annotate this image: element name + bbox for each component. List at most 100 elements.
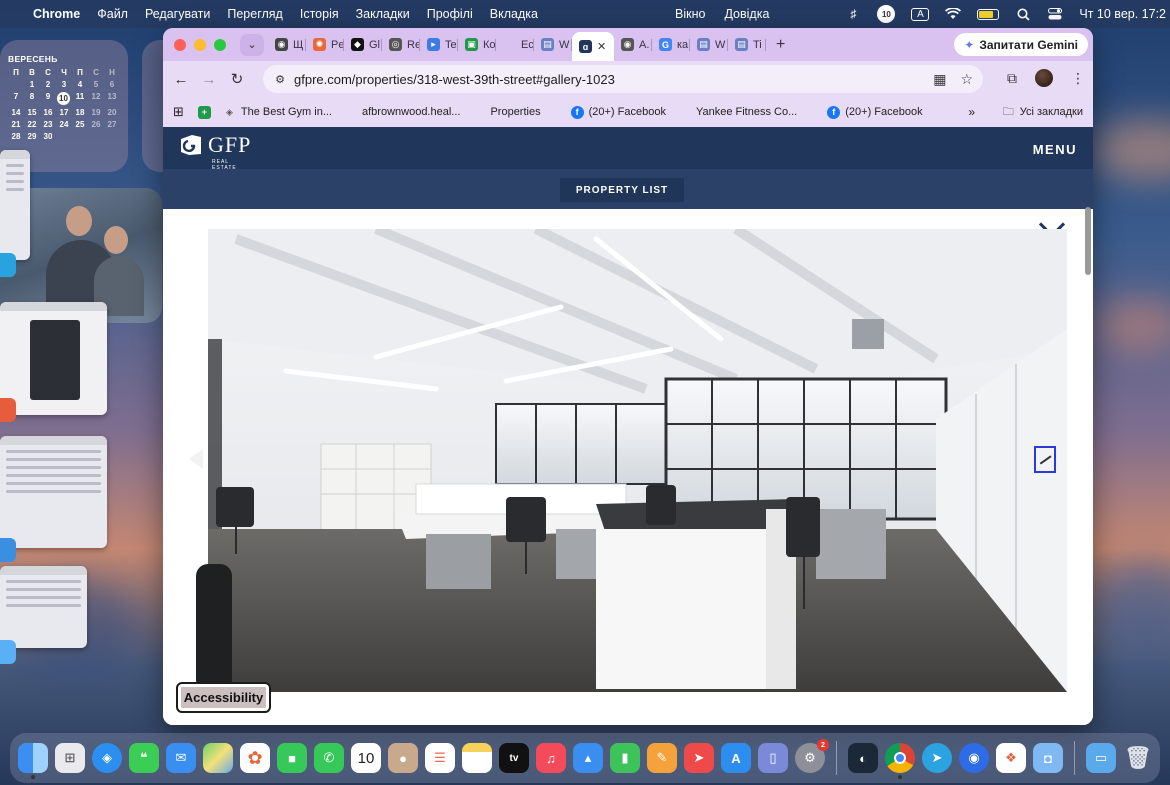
gallery-expand-button[interactable] — [1034, 446, 1056, 473]
system-settings-icon[interactable]: ⚙ 2 — [795, 739, 829, 773]
accessibility-button[interactable]: Accessibility — [176, 682, 271, 713]
menu-edit[interactable]: Редагувати — [145, 7, 210, 21]
menu-profiles[interactable]: Профілі — [427, 7, 473, 21]
pages-icon[interactable]: ✎ — [647, 743, 677, 773]
proton-vpn-icon[interactable]: ◉ — [959, 743, 989, 773]
menu-app-name[interactable]: Chrome — [33, 7, 80, 21]
browser-tab[interactable]: Ес — [496, 32, 534, 58]
minimize-window-button[interactable] — [194, 38, 206, 51]
keynote-icon[interactable]: ▴ — [573, 743, 603, 773]
all-bookmarks-button[interactable]: 🗀 Усі закладки — [1003, 103, 1083, 122]
bookmark-item[interactable]: ◈ The Best Gym in... — [223, 106, 332, 119]
mail-icon[interactable]: ✉ — [166, 743, 196, 773]
figma-side-icon[interactable] — [0, 398, 16, 422]
bookmarks-overflow-button[interactable]: » — [968, 105, 975, 119]
menu-window[interactable]: Вікно — [675, 7, 705, 21]
back-button[interactable]: ← — [167, 71, 195, 88]
photos-icon[interactable]: ✿ — [240, 743, 270, 773]
bookmark-item[interactable]: f (20+) Facebook — [827, 105, 923, 119]
bookmark-icon-only[interactable]: + — [197, 105, 211, 119]
wifi-icon[interactable] — [945, 7, 962, 21]
close-tab-icon[interactable]: ✕ — [597, 40, 606, 53]
phone-icon[interactable]: ✆ — [314, 743, 344, 773]
control-center-icon[interactable] — [1047, 7, 1063, 21]
messages-icon[interactable]: ❝ — [129, 743, 159, 773]
safari-icon[interactable]: ◈ — [92, 743, 122, 773]
menu-bookmarks[interactable]: Закладки — [356, 7, 410, 21]
finder-icon[interactable] — [18, 743, 48, 779]
menu-file[interactable]: Файл — [97, 7, 128, 21]
app-side-icon[interactable] — [0, 640, 16, 664]
page-scrollbar[interactable] — [1085, 207, 1091, 275]
site-info-icon[interactable]: ⚙ — [272, 71, 288, 87]
search-icon[interactable] — [1015, 7, 1031, 21]
stage-window-thumbnail[interactable] — [0, 566, 87, 648]
tab-search-button[interactable]: ⌄ — [240, 33, 264, 56]
browser-tab-active[interactable]: ɑ ✕ — [572, 32, 614, 61]
stage-window-thumbnail[interactable] — [0, 436, 107, 548]
bookmark-item[interactable]: f (20+) Facebook — [570, 105, 666, 119]
browser-tab[interactable]: ◎ Re — [382, 32, 420, 58]
app-store-icon[interactable]: A — [721, 743, 751, 773]
reminders-icon[interactable]: ☰ — [425, 743, 455, 773]
input-source-icon[interactable]: A — [911, 7, 930, 21]
zoom-window-button[interactable] — [214, 38, 226, 51]
browser-tab[interactable]: ▣ Ко — [458, 32, 496, 58]
apps-grid-icon[interactable]: ⊞ — [173, 104, 184, 120]
telegram-icon[interactable]: ➤ — [922, 743, 952, 773]
menu-view[interactable]: Перегляд — [227, 7, 282, 21]
notes-icon[interactable] — [462, 743, 492, 773]
translate-icon[interactable]: ▦ — [933, 71, 946, 88]
browser-tab[interactable]: ◆ Gl — [344, 32, 382, 58]
stage-window-thumbnail[interactable] — [0, 150, 30, 260]
ask-gemini-button[interactable]: ✦ Запитати Gemini — [954, 33, 1088, 56]
stage-window-thumbnail[interactable] — [0, 302, 107, 415]
rocket-app-icon[interactable]: ➤ — [684, 743, 714, 773]
contacts-icon[interactable]: ● — [388, 743, 418, 773]
new-tab-button[interactable]: + — [776, 36, 785, 54]
chrome-icon[interactable] — [885, 743, 915, 779]
reload-button[interactable]: ↻ — [223, 70, 251, 88]
facetime-icon[interactable]: ■ — [277, 743, 307, 773]
app-icon[interactable]: ◘ — [1033, 743, 1063, 773]
telegram-side-icon[interactable] — [0, 253, 16, 277]
site-menu-button[interactable]: MENU — [1033, 142, 1077, 157]
address-bar[interactable]: ⚙ gfpre.com/properties/318-west-39th-str… — [263, 65, 983, 93]
browser-tab[interactable]: ▤ Ti — [728, 32, 766, 58]
profile-avatar[interactable] — [1035, 69, 1053, 87]
extensions-icon[interactable]: ⧉ — [1007, 70, 1017, 87]
browser-tab[interactable]: ◉ Щ — [268, 32, 306, 58]
notification-icon[interactable]: 10 — [877, 5, 896, 23]
gallery-prev-arrow[interactable] — [189, 449, 203, 469]
bookmark-item[interactable]: Properties — [490, 106, 540, 118]
menu-history[interactable]: Історія — [300, 7, 339, 21]
app-side-icon[interactable] — [0, 538, 16, 562]
extension-icon[interactable]: ♯ — [845, 7, 861, 21]
figma-icon[interactable]: ❖ — [996, 743, 1026, 773]
clock[interactable]: Чт 10 вер. 17:2 — [1079, 7, 1166, 21]
menu-help[interactable]: Довідка — [724, 7, 769, 21]
forward-button[interactable]: → — [195, 71, 223, 88]
battery-icon[interactable] — [977, 8, 1000, 20]
browser-tab[interactable]: ✺ Pe — [306, 32, 344, 58]
maps-icon[interactable] — [203, 743, 233, 773]
bookmark-item[interactable]: Yankee Fitness Co... — [696, 106, 797, 118]
browser-tab[interactable]: ▤ W — [690, 32, 728, 58]
calendar-icon[interactable]: 10 — [351, 743, 381, 773]
menu-tab[interactable]: Вкладка — [490, 7, 538, 21]
steam-icon[interactable]: ◐ — [848, 743, 878, 773]
bookmark-star-icon[interactable]: ☆ — [960, 71, 973, 88]
browser-tab[interactable]: Gка — [652, 32, 690, 58]
music-icon[interactable]: ♫ — [536, 743, 566, 773]
bookmark-item[interactable]: afbrownwood.heal... — [362, 106, 460, 118]
browser-tab[interactable]: ◉ А. — [614, 32, 652, 58]
property-list-button[interactable]: PROPERTY LIST — [560, 178, 684, 202]
more-menu-icon[interactable]: ⋮ — [1071, 70, 1085, 87]
close-window-button[interactable] — [174, 38, 186, 51]
downloads-folder-icon[interactable]: ▭ — [1086, 743, 1116, 773]
iphone-mirroring-icon[interactable]: ▯ — [758, 743, 788, 773]
tv-icon[interactable]: tv — [499, 743, 529, 773]
launchpad-icon[interactable]: ⊞ — [55, 743, 85, 773]
browser-tab[interactable]: ▸ Te — [420, 32, 458, 58]
browser-tab[interactable]: ▤ W — [534, 32, 572, 58]
